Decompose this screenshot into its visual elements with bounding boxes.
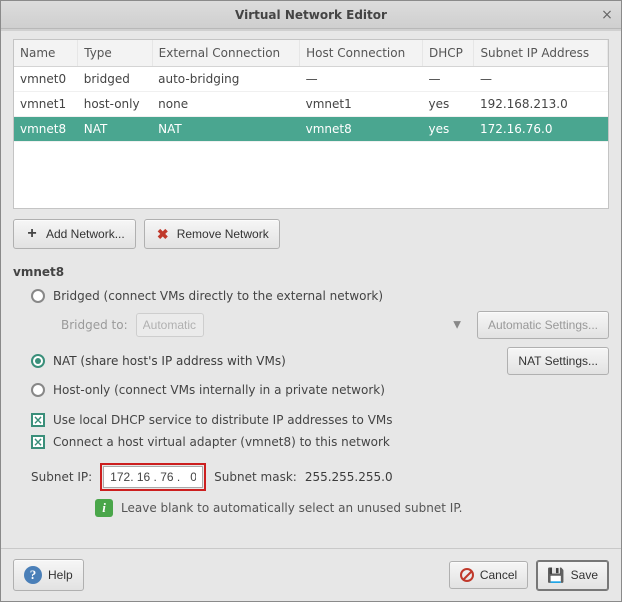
cell-type: bridged: [78, 67, 152, 92]
adapter-checkbox[interactable]: ×: [31, 435, 45, 449]
cell-subnet: —: [474, 67, 608, 92]
table-row[interactable]: vmnet8NATNATvmnet8yes172.16.76.0: [14, 117, 608, 142]
remove-icon: ✖: [155, 226, 171, 242]
cancel-label: Cancel: [480, 568, 517, 582]
col-name[interactable]: Name: [14, 40, 78, 67]
close-icon[interactable]: ×: [599, 7, 615, 23]
cell-subnet: 192.168.213.0: [474, 92, 608, 117]
cell-host: —: [300, 67, 423, 92]
plus-icon: +: [24, 226, 40, 242]
cell-ext: none: [152, 92, 300, 117]
nat-label: NAT (share host's IP address with VMs): [53, 354, 286, 368]
remove-network-label: Remove Network: [177, 227, 269, 241]
subnet-ip-label: Subnet IP:: [31, 470, 92, 484]
adapter-label: Connect a host virtual adapter (vmnet8) …: [53, 435, 390, 449]
hostonly-label: Host-only (connect VMs internally in a p…: [53, 383, 385, 397]
cell-ext: auto-bridging: [152, 67, 300, 92]
subnet-mask-value: 255.255.255.0: [305, 470, 393, 484]
cell-name: vmnet0: [14, 67, 78, 92]
content-area: Name Type External Connection Host Conne…: [1, 29, 621, 527]
table-row[interactable]: vmnet0bridgedauto-bridging———: [14, 67, 608, 92]
chevron-down-icon: ▼: [453, 320, 461, 331]
window-title: Virtual Network Editor: [235, 8, 387, 22]
dhcp-check-row[interactable]: × Use local DHCP service to distribute I…: [13, 409, 609, 431]
bridged-to-row: Bridged to: Automatic ▼ Automatic Settin…: [13, 307, 609, 343]
bridged-to-label: Bridged to:: [61, 318, 128, 332]
nat-settings-label: NAT Settings...: [518, 354, 598, 368]
cell-type: host-only: [78, 92, 152, 117]
help-icon: ?: [24, 566, 42, 584]
panel-heading: vmnet8: [13, 265, 609, 279]
automatic-settings-label: Automatic Settings...: [488, 318, 598, 332]
adapter-check-row[interactable]: × Connect a host virtual adapter (vmnet8…: [13, 431, 609, 453]
cell-host: vmnet1: [300, 92, 423, 117]
remove-network-button[interactable]: ✖ Remove Network: [144, 219, 280, 249]
col-host[interactable]: Host Connection: [300, 40, 423, 67]
table-buttons: + Add Network... ✖ Remove Network: [13, 219, 609, 249]
bridged-radio[interactable]: [31, 289, 45, 303]
cell-dhcp: yes: [423, 92, 474, 117]
cell-subnet: 172.16.76.0: [474, 117, 608, 142]
col-dhcp[interactable]: DHCP: [423, 40, 474, 67]
cancel-button[interactable]: Cancel: [449, 561, 528, 589]
col-type[interactable]: Type: [78, 40, 152, 67]
bridged-label: Bridged (connect VMs directly to the ext…: [53, 289, 383, 303]
bridged-radio-row[interactable]: Bridged (connect VMs directly to the ext…: [13, 285, 609, 307]
bridged-to-combo: Automatic: [136, 313, 204, 337]
help-button[interactable]: ? Help: [13, 559, 84, 591]
hostonly-radio-row[interactable]: Host-only (connect VMs internally in a p…: [13, 379, 609, 401]
col-subnet[interactable]: Subnet IP Address: [474, 40, 608, 67]
help-label: Help: [48, 568, 73, 582]
cell-dhcp: —: [423, 67, 474, 92]
cell-host: vmnet8: [300, 117, 423, 142]
subnet-ip-highlight: [100, 463, 206, 491]
info-icon: i: [95, 499, 113, 517]
network-table: Name Type External Connection Host Conne…: [14, 40, 608, 142]
subnet-mask-label: Subnet mask:: [214, 470, 297, 484]
nat-radio-row: NAT (share host's IP address with VMs) N…: [13, 343, 609, 379]
dhcp-label: Use local DHCP service to distribute IP …: [53, 413, 393, 427]
virtual-network-editor-window: Virtual Network Editor × Name Type Exter…: [0, 0, 622, 602]
network-table-container: Name Type External Connection Host Conne…: [13, 39, 609, 209]
hint-text: Leave blank to automatically select an u…: [121, 501, 463, 515]
save-icon: 💾: [547, 567, 564, 584]
automatic-settings-button: Automatic Settings...: [477, 311, 609, 339]
cancel-icon: [460, 568, 474, 582]
bottom-bar: ? Help Cancel 💾 Save: [1, 548, 621, 601]
cell-type: NAT: [78, 117, 152, 142]
cell-name: vmnet1: [14, 92, 78, 117]
cell-dhcp: yes: [423, 117, 474, 142]
cell-name: vmnet8: [14, 117, 78, 142]
titlebar: Virtual Network Editor ×: [1, 1, 621, 29]
subnet-row: Subnet IP: Subnet mask: 255.255.255.0: [13, 453, 609, 493]
hostonly-radio[interactable]: [31, 383, 45, 397]
table-row[interactable]: vmnet1host-onlynonevmnet1yes192.168.213.…: [14, 92, 608, 117]
save-button[interactable]: 💾 Save: [536, 560, 609, 591]
subnet-ip-input[interactable]: [103, 466, 203, 488]
cell-ext: NAT: [152, 117, 300, 142]
bridged-to-combo-wrap: Automatic ▼: [136, 313, 469, 337]
col-ext[interactable]: External Connection: [152, 40, 300, 67]
hint-row: i Leave blank to automatically select an…: [13, 493, 609, 517]
add-network-button[interactable]: + Add Network...: [13, 219, 136, 249]
add-network-label: Add Network...: [46, 227, 125, 241]
save-label: Save: [571, 568, 598, 582]
nat-radio[interactable]: [31, 354, 45, 368]
dhcp-checkbox[interactable]: ×: [31, 413, 45, 427]
nat-settings-button[interactable]: NAT Settings...: [507, 347, 609, 375]
